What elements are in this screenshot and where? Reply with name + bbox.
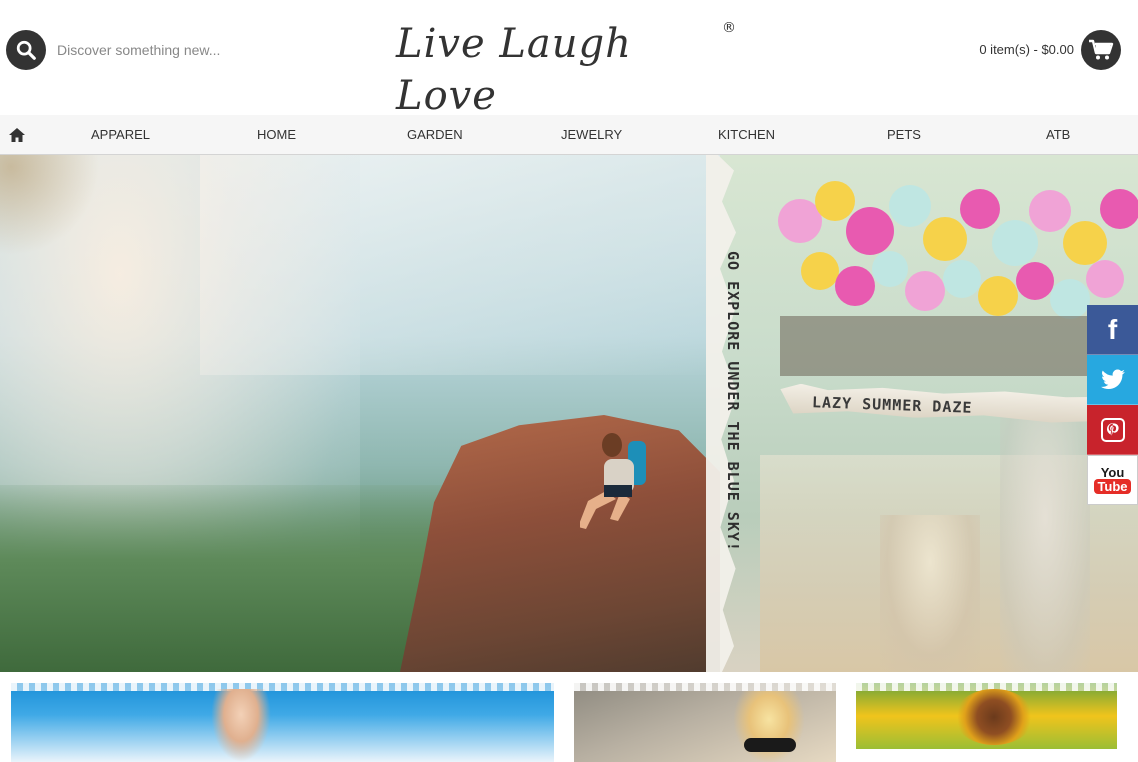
home-icon <box>9 128 25 142</box>
logo-text: Live Laugh Love <box>396 21 632 119</box>
tile-frost-edge <box>574 683 836 691</box>
nav-item-jewelry[interactable]: JEWELRY <box>561 115 622 155</box>
youtube-icon: You Tube <box>1094 465 1131 494</box>
hero-frost-decoration <box>0 155 110 275</box>
category-tile-waterslide[interactable] <box>11 683 554 762</box>
site-header: Live Laugh Love ® 0 item(s) - $0.00 <box>0 0 1138 119</box>
tile-sunflower <box>954 689 1034 745</box>
main-nav: APPAREL HOME GARDEN JEWELRY KITCHEN PETS… <box>0 115 1138 155</box>
search-icon <box>16 40 36 60</box>
youtube-label-you: You <box>1100 465 1125 480</box>
nav-item-atb[interactable]: ATB <box>1046 115 1070 155</box>
nav-home-link[interactable] <box>8 127 26 143</box>
search-button[interactable] <box>6 30 46 70</box>
tile-frost-edge <box>11 683 554 691</box>
twitter-button[interactable] <box>1087 355 1138 405</box>
hero-balloons <box>778 181 1138 376</box>
hero-text-go-explore: GO EXPLORE UNDER THE BLUE SKY! <box>724 251 742 552</box>
youtube-button[interactable]: You Tube <box>1087 455 1138 505</box>
registered-mark: ® <box>722 20 736 36</box>
hero-girl-icecream <box>880 515 980 672</box>
page: Live Laugh Love ® 0 item(s) - $0.00 APPA… <box>0 0 1138 762</box>
twitter-icon <box>1100 368 1125 389</box>
nav-item-kitchen[interactable]: KITCHEN <box>718 115 775 155</box>
nav-item-apparel[interactable]: APPAREL <box>91 115 150 155</box>
tile-sunglasses <box>744 738 796 752</box>
tile-girl-waterslide <box>211 689 271 762</box>
category-tile-girl-sunglasses[interactable] <box>574 683 836 762</box>
nav-item-garden[interactable]: GARDEN <box>407 115 463 155</box>
facebook-icon: f <box>1107 313 1118 345</box>
nav-item-home[interactable]: HOME <box>257 115 296 155</box>
site-logo[interactable]: Live Laugh Love ® <box>392 18 736 119</box>
hero-hiker-figure <box>580 433 646 529</box>
cart-button[interactable] <box>1081 30 1121 70</box>
pinterest-icon <box>1100 417 1125 442</box>
hero-woman-swimsuit <box>1000 415 1090 672</box>
hero-rock-cliff <box>400 415 740 672</box>
hero-banner[interactable]: LAZY SUMMER DAZE GO EXPLORE UNDER THE BL… <box>0 155 1138 672</box>
social-sidebar: f You Tube <box>1087 305 1138 505</box>
nav-item-pets[interactable]: PETS <box>887 115 921 155</box>
youtube-label-tube: Tube <box>1094 479 1131 494</box>
facebook-button[interactable]: f <box>1087 305 1138 355</box>
category-tile-sunflower[interactable] <box>856 683 1117 749</box>
search-input[interactable] <box>50 36 350 64</box>
cart-summary[interactable]: 0 item(s) - $0.00 <box>979 42 1074 57</box>
cart-icon <box>1089 39 1114 60</box>
pinterest-button[interactable] <box>1087 405 1138 455</box>
